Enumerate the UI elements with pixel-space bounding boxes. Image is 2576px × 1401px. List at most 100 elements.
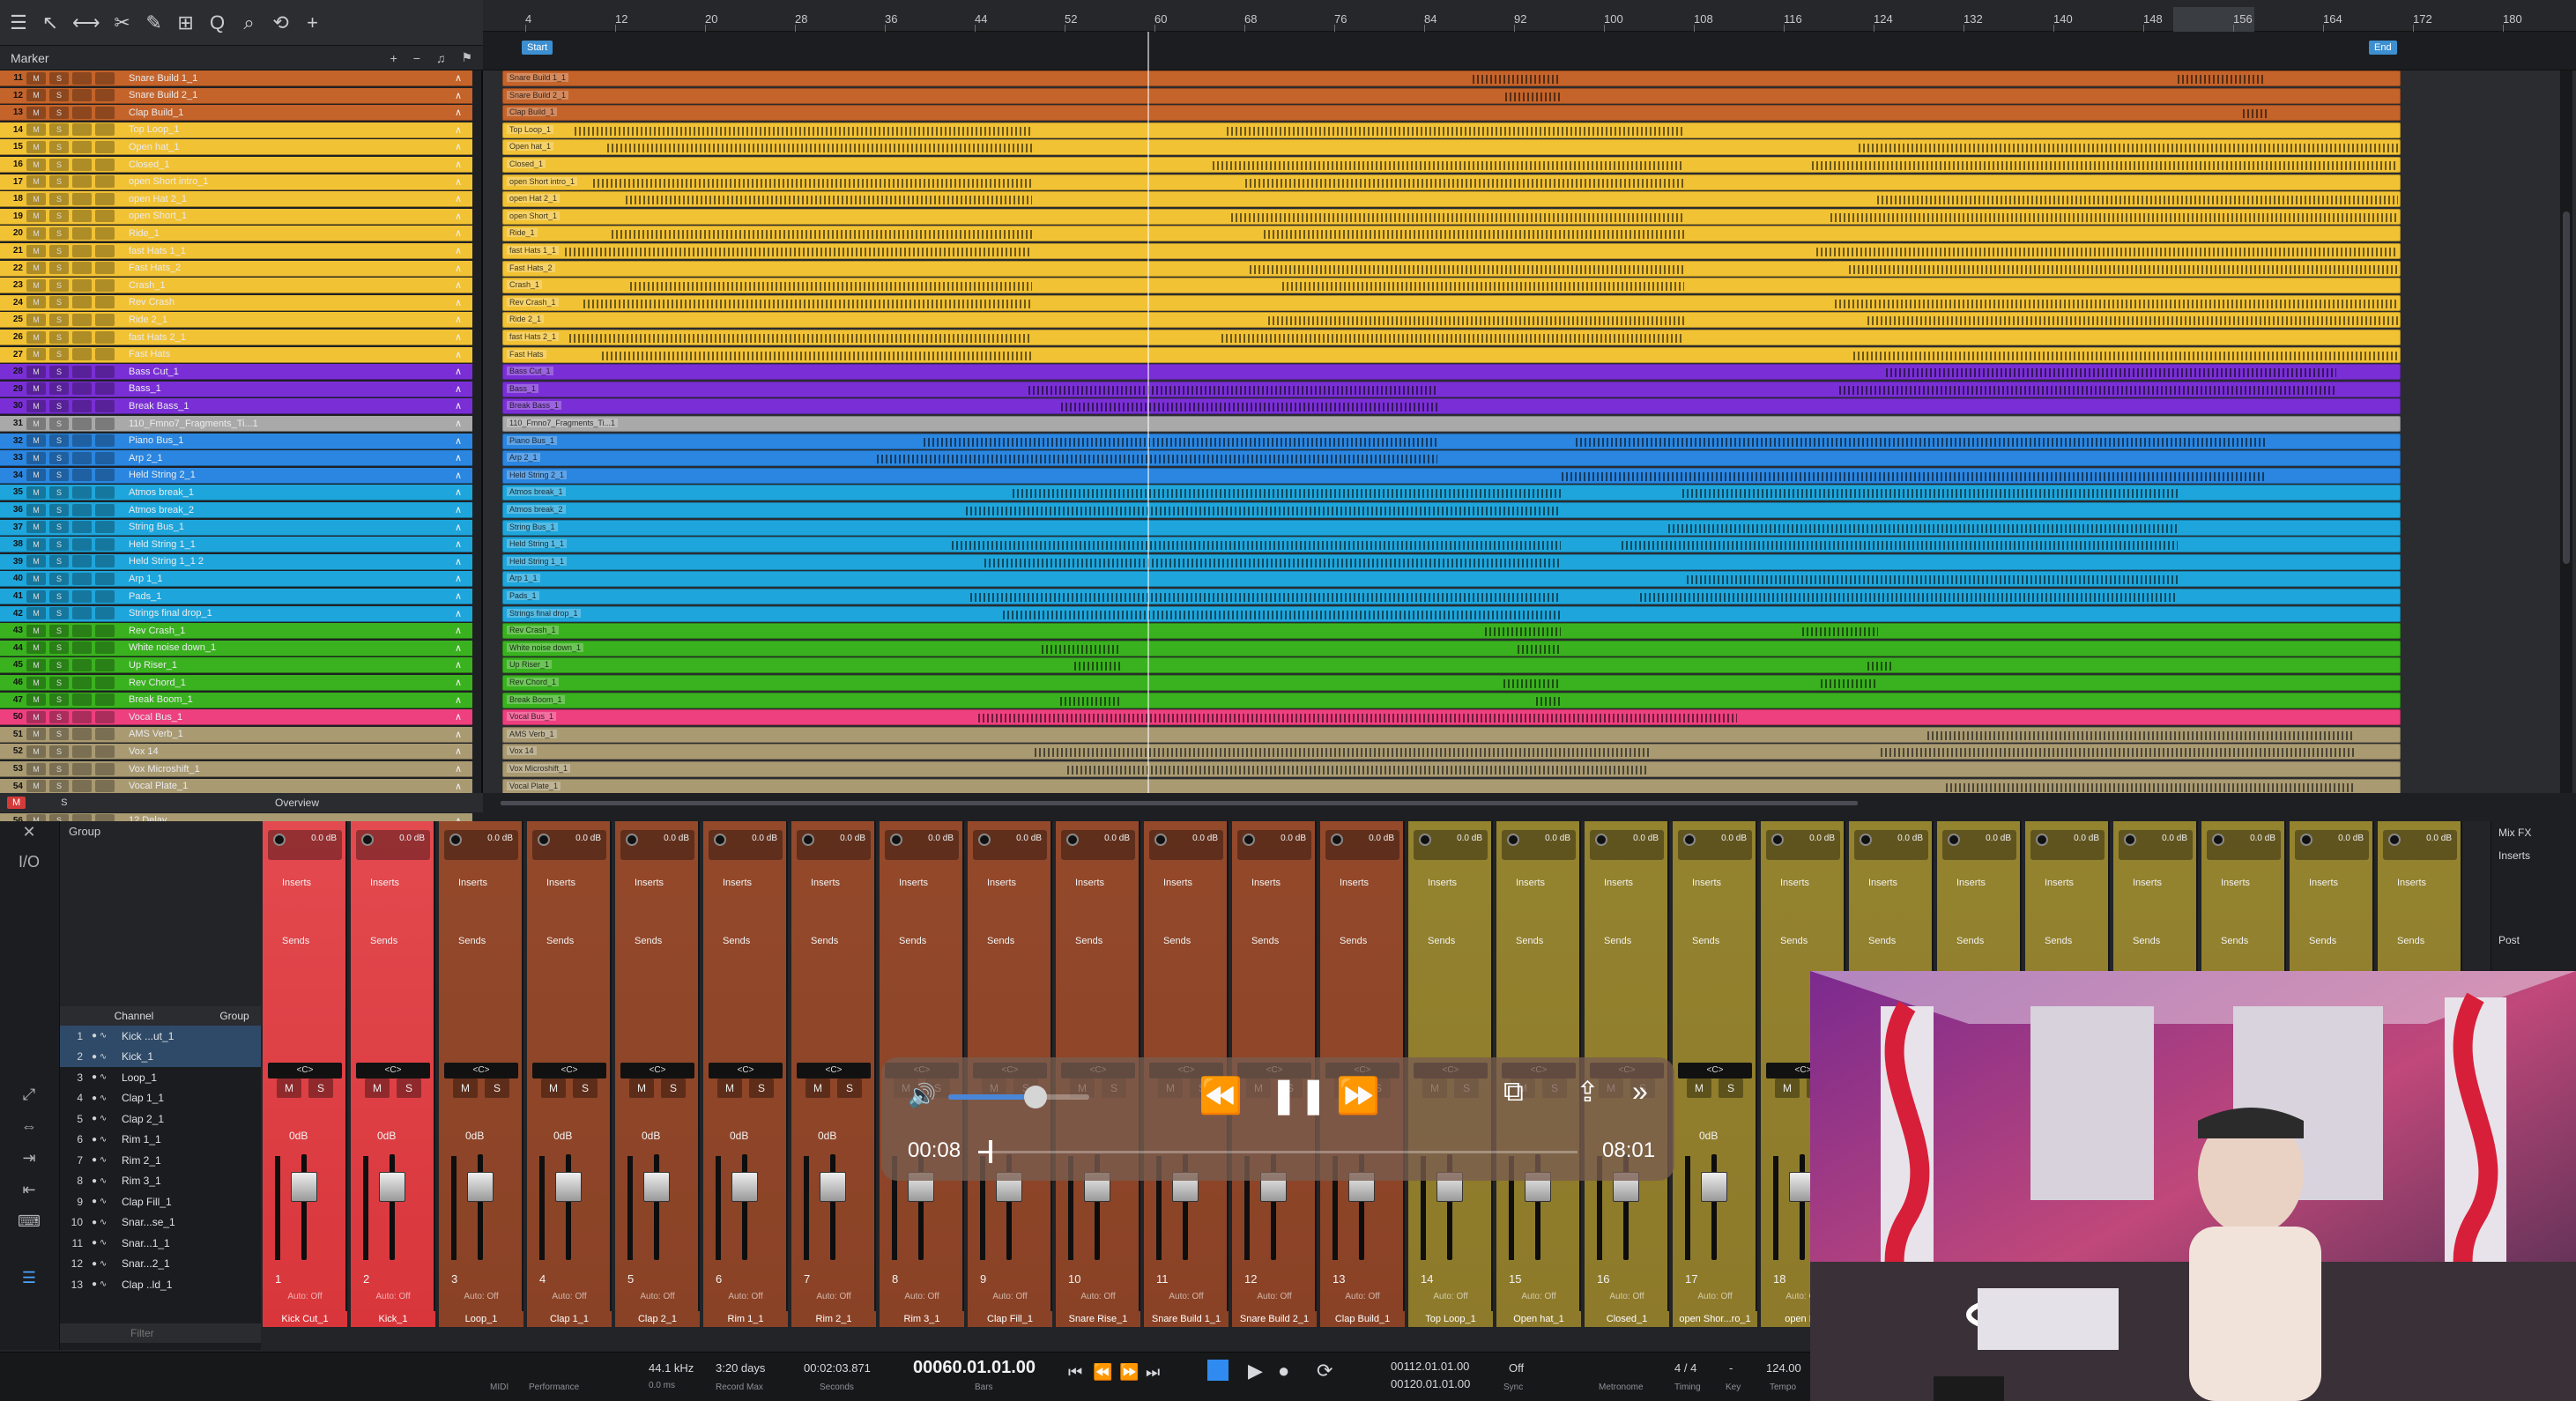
mute-all-button[interactable]: M: [7, 797, 26, 809]
track-solo-button[interactable]: S: [49, 140, 69, 153]
audio-event[interactable]: Vox Microshift_1: [502, 761, 2401, 777]
track-solo-button[interactable]: S: [49, 503, 69, 516]
track-monitor-button[interactable]: [95, 762, 115, 775]
sends-section[interactable]: Sends: [2117, 936, 2194, 952]
input-gain-control[interactable]: 0.0 dB: [532, 830, 606, 860]
track-header[interactable]: 42 M S Strings final drop_1 ∧: [0, 605, 472, 622]
input-gain-control[interactable]: 0.0 dB: [1766, 830, 1840, 860]
input-gain-control[interactable]: 0.0 dB: [1237, 830, 1311, 860]
track-mute-button[interactable]: M: [26, 521, 46, 534]
mute-button[interactable]: M: [453, 1079, 478, 1098]
track-mute-button[interactable]: M: [26, 572, 46, 585]
track-monitor-button[interactable]: [95, 693, 115, 707]
volume-fader[interactable]: [820, 1172, 846, 1202]
track-mute-button[interactable]: M: [26, 175, 46, 189]
timeline-ruler[interactable]: 4 12 20 28 36 44 52 60 68 76 84 92 100 108 116 124 132 14…: [483, 0, 2576, 32]
track-mute-button[interactable]: M: [26, 658, 46, 671]
track-header[interactable]: 29 M S Bass_1 ∧: [0, 381, 472, 397]
track-solo-button[interactable]: S: [49, 365, 69, 378]
input-gain-control[interactable]: 0.0 dB: [2383, 830, 2457, 860]
visibility-toggle[interactable]: ● ∿: [92, 1218, 122, 1227]
track-name[interactable]: Up Riser_1: [129, 660, 455, 671]
track-name[interactable]: open Hat 2_1: [129, 194, 455, 204]
audio-event[interactable]: Open hat_1: [502, 139, 2401, 156]
audio-event[interactable]: Ride_1: [502, 226, 2401, 242]
inserts-section[interactable]: Inserts: [442, 878, 520, 893]
track-header[interactable]: 46 M S Rev Chord_1 ∧: [0, 675, 472, 691]
track-record-button[interactable]: [72, 780, 92, 793]
track-header[interactable]: 16 M S Closed_1 ∧: [0, 157, 472, 173]
track-name[interactable]: Vox 14: [129, 746, 455, 757]
track-solo-button[interactable]: S: [49, 278, 69, 292]
track-lane[interactable]: Held String 1_1: [483, 553, 2576, 570]
track-mute-button[interactable]: M: [26, 469, 46, 482]
track-name[interactable]: Arp 1_1: [129, 574, 455, 584]
sends-section[interactable]: Sends: [354, 936, 432, 952]
track-monitor-button[interactable]: [95, 555, 115, 568]
visibility-toggle[interactable]: ● ∿: [92, 1052, 122, 1062]
channel-name[interactable]: Snare Build 1_1: [1144, 1311, 1229, 1327]
track-solo-button[interactable]: S: [49, 417, 69, 430]
track-header[interactable]: 22 M S Fast Hats_2 ∧: [0, 260, 472, 277]
input-gain-control[interactable]: 0.0 dB: [1414, 830, 1488, 860]
channel-name[interactable]: Clap Fill_1: [968, 1311, 1052, 1327]
input-gain-control[interactable]: 0.0 dB: [709, 830, 783, 860]
solo-button[interactable]: S: [1719, 1079, 1743, 1098]
track-mute-button[interactable]: M: [26, 607, 46, 620]
visibility-toggle[interactable]: ● ∿: [92, 1093, 122, 1103]
track-mute-button[interactable]: M: [26, 399, 46, 412]
automation-icon[interactable]: ∧: [455, 90, 472, 101]
gain-knob[interactable]: [1860, 834, 1872, 846]
track-name[interactable]: Snare Build 2_1: [129, 90, 455, 100]
volume-fader[interactable]: [731, 1172, 758, 1202]
track-name[interactable]: Ride_1: [129, 228, 455, 239]
track-header[interactable]: 53 M S Vox Microshift_1 ∧: [0, 761, 472, 777]
track-record-button[interactable]: [72, 278, 92, 292]
track-lane[interactable]: Rev Chord_1: [483, 675, 2576, 691]
track-header[interactable]: 47 M S Break Boom_1 ∧: [0, 692, 472, 708]
audio-event[interactable]: Held String 2_1: [502, 467, 2401, 484]
channel-name[interactable]: Top Loop_1: [1408, 1311, 1493, 1327]
track-mute-button[interactable]: M: [26, 123, 46, 137]
track-record-button[interactable]: [72, 710, 92, 723]
sends-section[interactable]: Sends: [1588, 936, 1666, 952]
track-record-button[interactable]: [72, 693, 92, 707]
input-gain-control[interactable]: 0.0 dB: [1502, 830, 1576, 860]
track-header[interactable]: 51 M S AMS Verb_1 ∧: [0, 726, 472, 743]
track-name[interactable]: Top Loop_1: [129, 124, 455, 135]
track-header[interactable]: 35 M S Atmos break_1 ∧: [0, 485, 472, 501]
audio-event[interactable]: Break Boom_1: [502, 692, 2401, 708]
sends-section[interactable]: Sends: [1059, 936, 1137, 952]
audio-event[interactable]: Arp 1_1: [502, 571, 2401, 588]
track-name[interactable]: Pads_1: [129, 591, 455, 602]
track-mute-button[interactable]: M: [26, 158, 46, 171]
channel-name[interactable]: Loop_1: [439, 1311, 523, 1327]
sends-section[interactable]: Sends: [795, 936, 872, 952]
automation-icon[interactable]: ∧: [455, 504, 472, 515]
track-monitor-button[interactable]: [95, 521, 115, 534]
track-header[interactable]: 37 M S String Bus_1 ∧: [0, 519, 472, 536]
track-record-button[interactable]: [72, 451, 92, 464]
track-solo-button[interactable]: S: [49, 158, 69, 171]
track-solo-button[interactable]: S: [49, 226, 69, 240]
track-name[interactable]: Crash_1: [129, 280, 455, 291]
audio-event[interactable]: White noise down_1: [502, 640, 2401, 656]
automation-icon[interactable]: ∧: [455, 383, 472, 395]
gain-knob[interactable]: [1154, 834, 1167, 846]
gain-knob[interactable]: [449, 834, 462, 846]
track-solo-button[interactable]: S: [49, 192, 69, 205]
gain-knob[interactable]: [273, 834, 286, 846]
automation-icon[interactable]: ∧: [455, 711, 472, 723]
track-solo-button[interactable]: S: [49, 89, 69, 102]
track-record-button[interactable]: [72, 244, 92, 257]
track-name[interactable]: String Bus_1: [129, 522, 455, 532]
track-header[interactable]: 52 M S Vox 14 ∧: [0, 744, 472, 760]
automation-icon[interactable]: ∧: [455, 314, 472, 325]
track-monitor-button[interactable]: [95, 123, 115, 137]
gain-knob[interactable]: [2036, 834, 2048, 846]
skip-back-icon[interactable]: ⏪: [1199, 1075, 1243, 1116]
inserts-section[interactable]: Inserts: [1324, 878, 1401, 893]
track-monitor-button[interactable]: [95, 658, 115, 671]
track-header[interactable]: 28 M S Bass Cut_1 ∧: [0, 364, 472, 381]
input-gain-control[interactable]: 0.0 dB: [973, 830, 1047, 860]
